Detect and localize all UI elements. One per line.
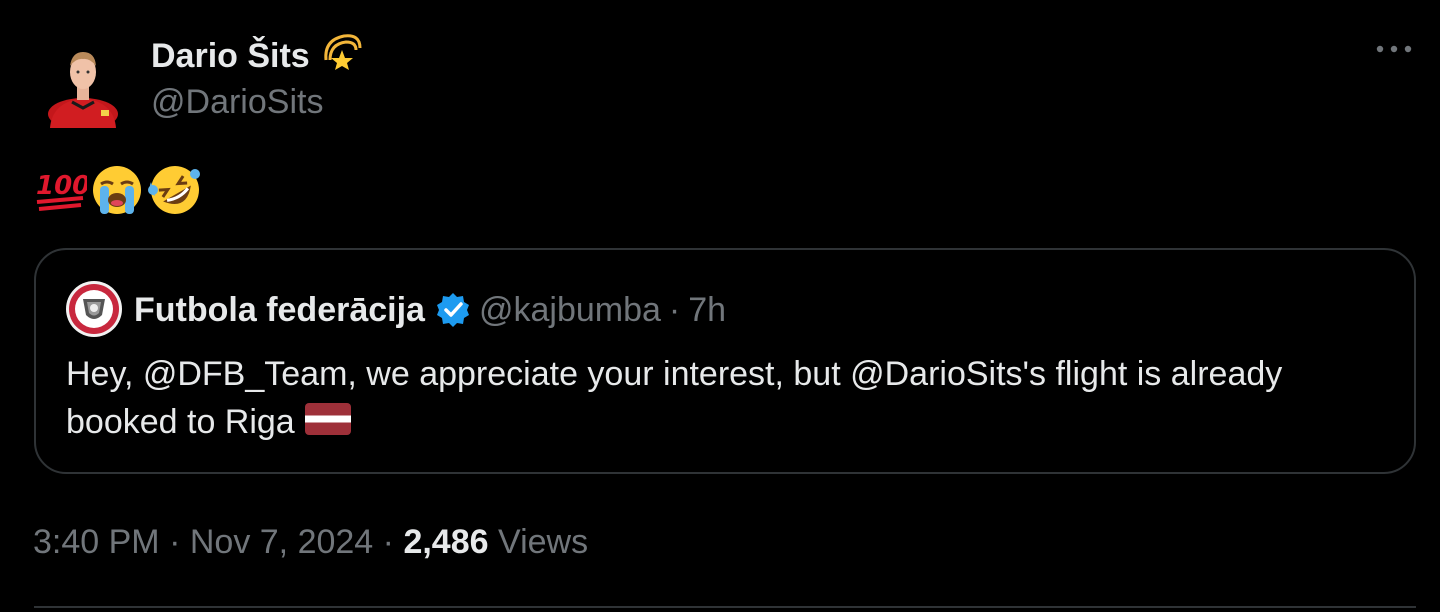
verified-badge-icon[interactable] xyxy=(435,292,471,328)
author-display-name-row[interactable]: Dario Šits xyxy=(151,30,364,81)
quoted-tweet-header: Futbola federācija @kajbumba · 7h xyxy=(134,288,726,332)
tweet-time[interactable]: 3:40 PM xyxy=(33,523,160,561)
views-label: Views xyxy=(498,523,589,561)
separator-dot: · xyxy=(668,291,681,329)
hundred-points-emoji-icon: 100 xyxy=(33,164,90,221)
divider xyxy=(34,606,1416,608)
tweet-date[interactable]: Nov 7, 2024 xyxy=(190,523,373,561)
views-count: 2,486 xyxy=(403,523,489,561)
dizzy-emoji-icon xyxy=(320,30,364,81)
quoted-timestamp[interactable]: 7h xyxy=(688,288,726,332)
quoted-tweet-card[interactable]: Futbola federācija @kajbumba · 7h Hey, @… xyxy=(34,248,1416,474)
author-display-name[interactable]: Dario Šits xyxy=(151,34,310,78)
meta-separator: · xyxy=(382,523,394,561)
meta-separator: · xyxy=(169,523,181,561)
more-options-icon[interactable] xyxy=(1374,34,1414,64)
latvia-flag-icon xyxy=(304,400,351,448)
quoted-display-name[interactable]: Futbola federācija xyxy=(134,288,425,332)
quoted-tweet-text-block: Hey, @DFB_Team, we appreciate your inter… xyxy=(66,350,1386,448)
author-avatar[interactable] xyxy=(46,44,120,130)
quoted-author-avatar[interactable] xyxy=(66,281,122,337)
tweet-text: 100 xyxy=(33,162,203,223)
tweet-meta: 3:40 PM · Nov 7, 2024 · 2,486 Views xyxy=(33,518,588,566)
quoted-handle[interactable]: @kajbumba xyxy=(479,288,661,332)
rolling-on-floor-laughing-emoji-icon xyxy=(147,162,203,223)
loudly-crying-face-emoji-icon xyxy=(89,162,145,223)
quoted-tweet-text: Hey, @DFB_Team, we appreciate your inter… xyxy=(66,355,1283,441)
author-handle[interactable]: @DarioSits xyxy=(151,80,323,124)
